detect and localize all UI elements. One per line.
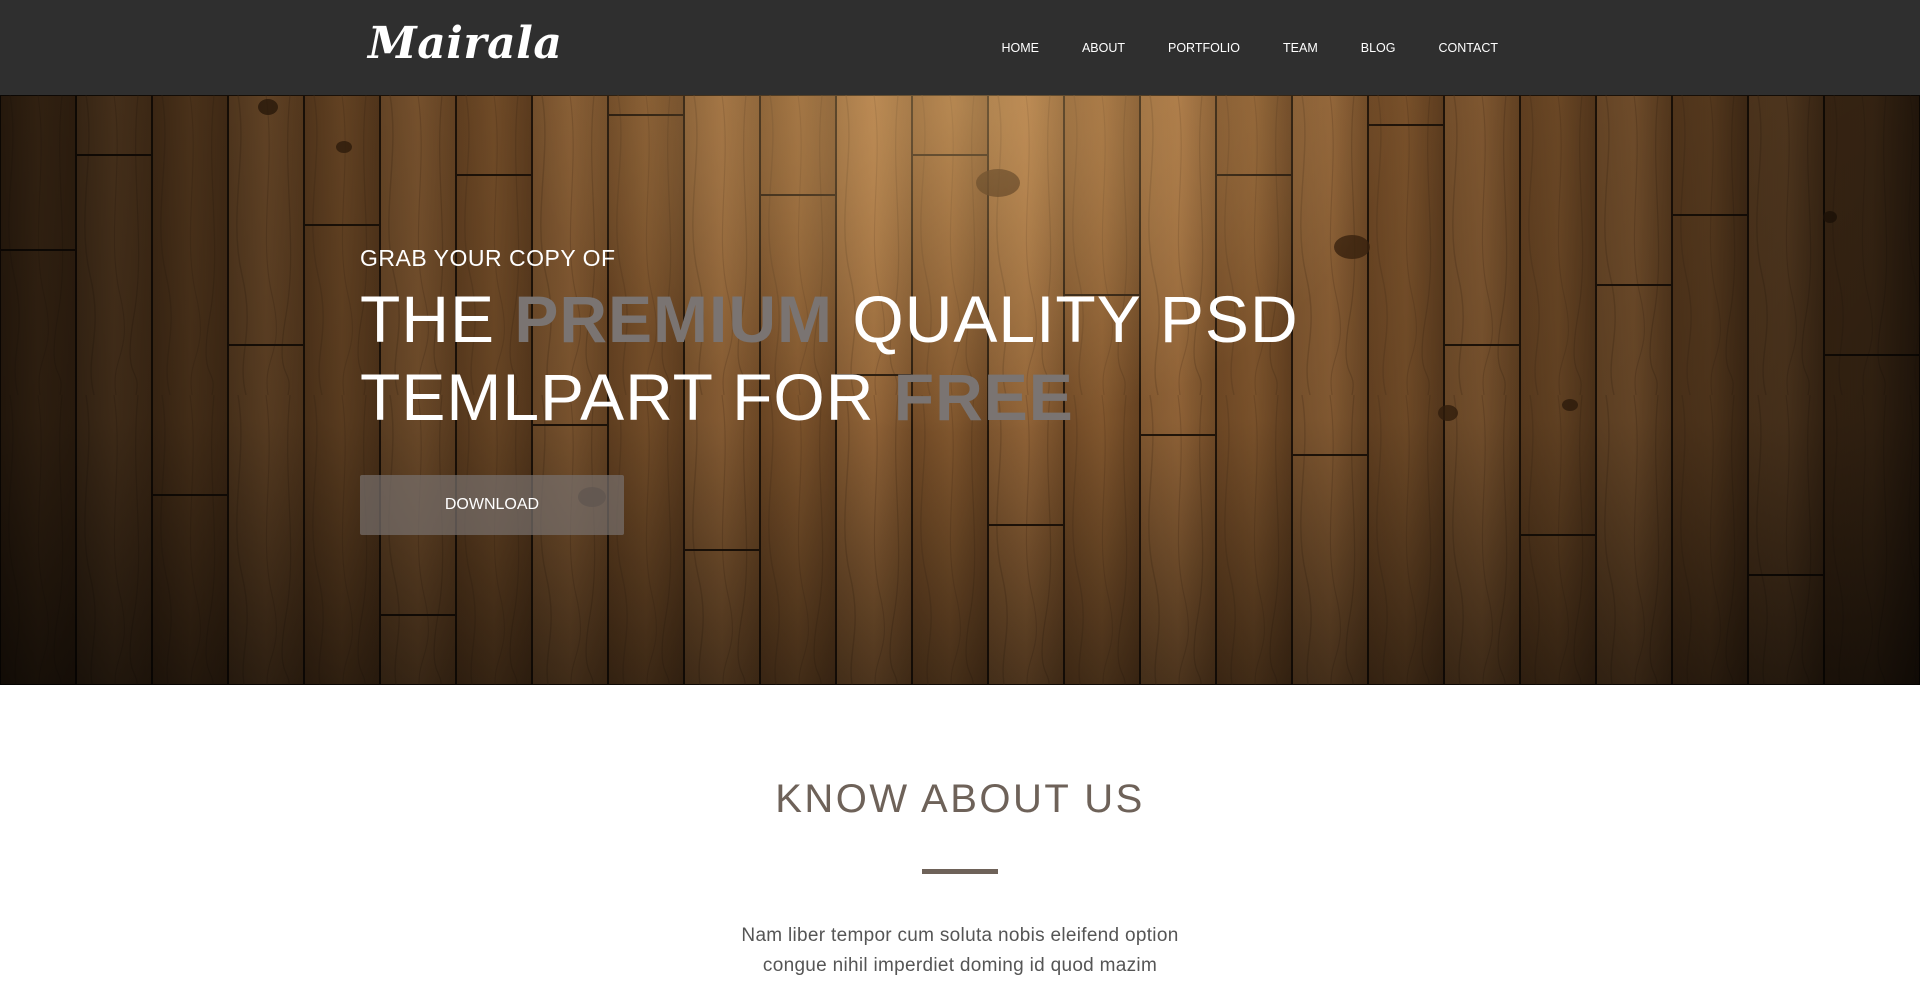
hero-eyebrow: GRAB YOUR COPY OF: [360, 245, 616, 271]
nav-item-contact[interactable]: CONTACT: [1439, 41, 1499, 55]
main-nav: HOME ABOUT PORTFOLIO TEAM BLOG CONTACT: [1001, 0, 1498, 95]
about-text: Nam liber tempor cum soluta nobis eleife…: [660, 921, 1260, 981]
about-text-line: Nam liber tempor cum soluta nobis eleife…: [741, 925, 1179, 946]
hero-title-text: QUALITY PSD: [833, 282, 1299, 356]
nav-item-about[interactable]: ABOUT: [1082, 41, 1125, 55]
nav-item-team[interactable]: TEAM: [1283, 41, 1318, 55]
hero-title-text: TEMLPART FOR: [360, 360, 894, 434]
brand-logo[interactable]: Mairala: [368, 18, 562, 69]
hero-content: GRAB YOUR COPY OF THE PREMIUM QUALITY PS…: [360, 245, 1360, 436]
hero-title-accent-premium: PREMIUM: [514, 282, 834, 356]
about-section: KNOW ABOUT US Nam liber tempor cum solut…: [0, 685, 1920, 1006]
site-header: Mairala HOME ABOUT PORTFOLIO TEAM BLOG C…: [0, 0, 1920, 95]
download-button[interactable]: DOWNLOAD: [360, 475, 624, 535]
nav-item-blog[interactable]: BLOG: [1361, 41, 1396, 55]
about-heading: KNOW ABOUT US: [775, 777, 1145, 821]
about-divider: [922, 869, 998, 874]
nav-item-home[interactable]: HOME: [1001, 41, 1039, 55]
hero-title-text: THE: [360, 282, 515, 356]
hero-title-accent-free: FREE: [893, 360, 1074, 434]
hero-section: GRAB YOUR COPY OF THE PREMIUM QUALITY PS…: [0, 95, 1920, 685]
nav-item-portfolio[interactable]: PORTFOLIO: [1168, 41, 1240, 55]
hero-title: THE PREMIUM QUALITY PSD TEMLPART FOR FRE…: [360, 280, 1360, 436]
about-text-line: congue nihil imperdiet doming id quod ma…: [762, 955, 1158, 976]
